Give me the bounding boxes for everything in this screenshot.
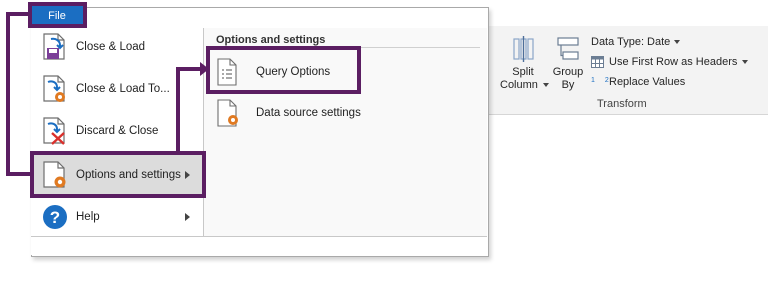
replace-values-icon-digits: 1 2: [591, 77, 613, 84]
split-column-label-1: Split: [512, 66, 534, 78]
submenu-item-data-source-settings[interactable]: Data source settings: [210, 96, 410, 130]
query-options-callout: [206, 46, 361, 94]
menu-item-help[interactable]: ? Help: [34, 197, 202, 237]
submenu-heading: Options and settings: [216, 34, 326, 46]
split-column-dropdown-icon: [542, 83, 549, 88]
data-type-dropdown[interactable]: Data Type: Date: [591, 35, 681, 49]
data-type-label: Data Type: Date: [591, 36, 671, 48]
file-tab-callout: [28, 2, 87, 28]
callout-connector-left-vertical: [6, 12, 10, 176]
menu-item-close-load-label: Close & Load: [76, 41, 146, 53]
help-submenu-arrow-icon: [185, 213, 190, 221]
use-first-row-chevron-icon: [742, 60, 749, 64]
callout-connector-to-options: [6, 172, 33, 176]
close-load-icon: [43, 33, 65, 60]
group-by-label-2: By: [561, 79, 575, 91]
options-settings-callout: [30, 151, 206, 198]
menu-item-help-label: Help: [76, 211, 100, 223]
svg-text:?: ?: [50, 208, 60, 227]
replace-values-button[interactable]: 1 2 Replace Values: [591, 73, 685, 91]
menu-item-discard-close-label: Discard & Close: [76, 125, 159, 137]
use-first-row-label: Use First Row as Headers: [609, 56, 738, 68]
split-column-icon: [513, 36, 534, 62]
table-headers-icon: [591, 56, 604, 68]
menu-item-close-load[interactable]: Close & Load: [34, 27, 202, 67]
menu-pane-divider: [203, 28, 204, 236]
data-type-chevron-icon: [674, 40, 681, 44]
group-by-icon: [557, 37, 579, 60]
replace-values-icon: 1 2: [591, 73, 609, 91]
callout-connector-up: [176, 67, 180, 153]
use-first-row-headers-button[interactable]: Use First Row as Headers: [591, 54, 749, 70]
replace-values-label: Replace Values: [609, 76, 686, 88]
help-icon: ?: [43, 205, 67, 229]
group-by-label-1: Group: [552, 66, 584, 78]
transform-group-label: Transform: [597, 98, 647, 110]
data-source-settings-icon: [217, 99, 238, 127]
split-column-label-2: Column: [500, 79, 538, 91]
submenu-item-data-source-settings-label: Data source settings: [256, 107, 361, 119]
split-column-button[interactable]: Split Column: [500, 36, 549, 92]
group-by-button[interactable]: Group By: [550, 36, 586, 92]
close-load-to-icon: [43, 75, 65, 102]
menu-item-close-load-to-label: Close & Load To...: [76, 83, 170, 95]
discard-close-icon: [43, 117, 65, 145]
callout-connector-right: [176, 67, 202, 71]
